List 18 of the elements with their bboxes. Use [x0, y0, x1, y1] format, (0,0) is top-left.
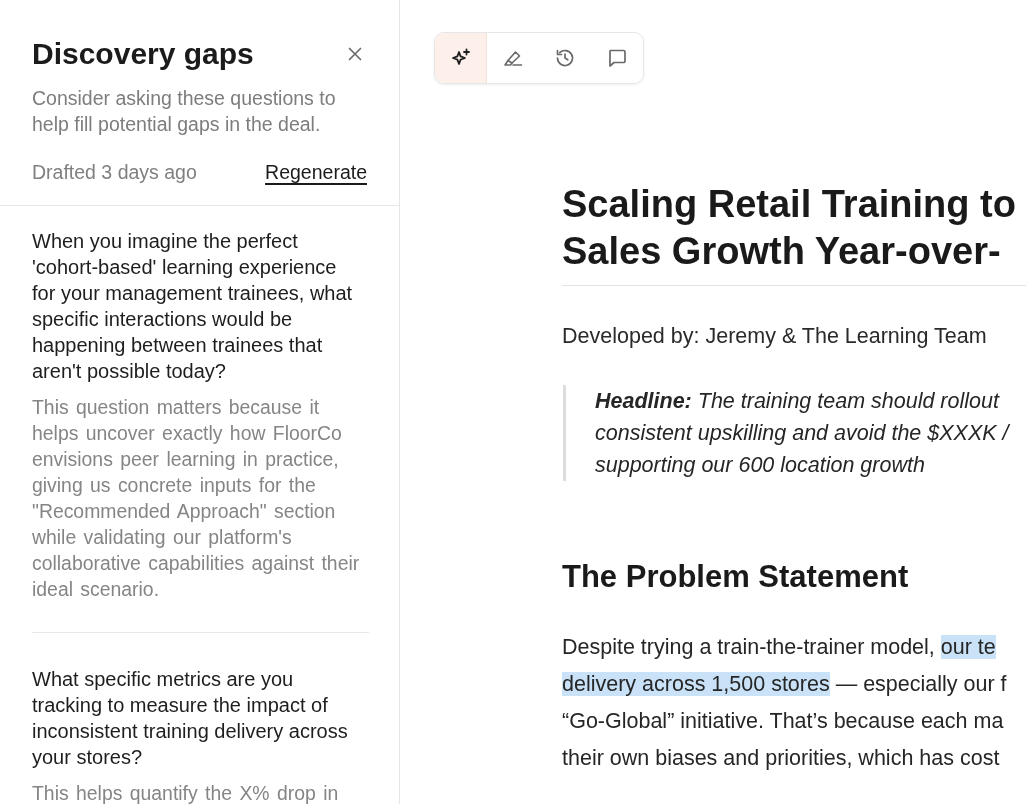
headline-quote: Headline: The training team should rollout consistent upskilling and avoid the $XXXK / supporting our 600 location growth [563, 385, 1009, 481]
comment-icon [606, 47, 628, 69]
close-icon [347, 46, 363, 62]
sparkle-button[interactable] [435, 33, 487, 83]
regenerate-link[interactable]: Regenerate [265, 159, 367, 185]
drafted-time: Drafted 3 days ago [32, 160, 197, 185]
panel-description: Consider asking these questions to help fill potential gaps in the deal. [32, 86, 337, 137]
question-text: What specific metrics are you tracking to measure the impact of inconsistent training delivery across your stores? [32, 667, 349, 770]
panel-title: Discovery gaps [32, 36, 254, 72]
question-text: When you imagine the perfect 'cohort-based' learning experience for your management trainees, what specific interactions would be happening between trainees that aren't possible today? [32, 229, 354, 384]
body-paragraph: Despite trying a train-the-trainer model, our te delivery across 1,500 stores — especially our f “Go-Global” initiative. That’s because each ma their own biases and priorities, which has cost [562, 634, 1007, 772]
byline: Developed by: Jeremy & The Learning Team [562, 323, 987, 350]
question-explanation: This question matters because it helps uncover exactly how FloorCo envisions peer learning in practice, giving us concrete inputs for the "Recommended Approach" section while validating our platform's collaborative capabilities against their ideal scenario. [32, 395, 361, 602]
document-title: Scaling Retail Training to Sales Growth Year-over- [562, 182, 1016, 274]
question-explanation: This helps quantify the X% drop in [32, 781, 340, 804]
history-icon [554, 47, 576, 69]
section-heading: The Problem Statement [562, 558, 909, 596]
comment-button[interactable] [591, 33, 643, 83]
